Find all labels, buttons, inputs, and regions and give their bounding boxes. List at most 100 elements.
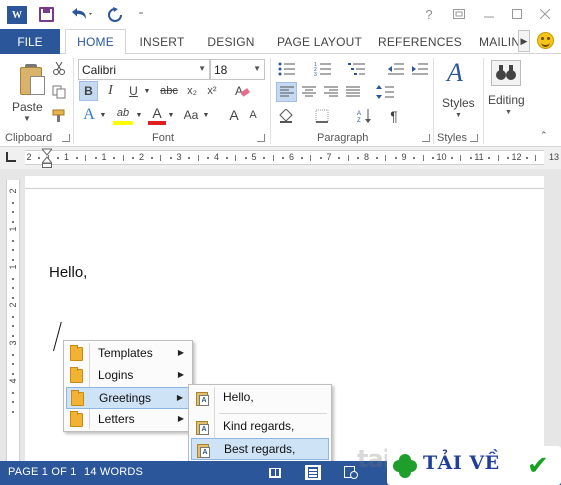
tab-file[interactable]: FILE bbox=[0, 29, 60, 54]
clear-formatting-icon[interactable]: A bbox=[232, 81, 252, 101]
italic-button[interactable]: I bbox=[101, 81, 120, 101]
font-name-combo[interactable]: Calibri ▼ bbox=[78, 59, 210, 80]
vertical-ruler[interactable]: 2 1 1 2 3 4 bbox=[6, 180, 20, 461]
tab-design[interactable]: DESIGN bbox=[202, 29, 260, 54]
redo-icon[interactable] bbox=[105, 5, 125, 25]
word-count[interactable]: 14 WORDS bbox=[84, 466, 143, 478]
subscript-button[interactable]: x₂ bbox=[183, 81, 201, 101]
clipboard-launcher-icon[interactable] bbox=[62, 134, 70, 142]
help-icon[interactable]: ? bbox=[418, 5, 440, 23]
ruler-mark bbox=[57, 157, 60, 159]
shading-icon[interactable] bbox=[276, 106, 304, 126]
shrink-font-button[interactable]: A bbox=[244, 105, 262, 125]
show-formatting-button[interactable]: ¶ bbox=[384, 106, 404, 126]
tab-selector-icon[interactable] bbox=[6, 152, 16, 162]
multilevel-list-icon[interactable] bbox=[346, 59, 368, 79]
customize-qat-icon[interactable]: ⁼ bbox=[135, 5, 147, 25]
chevron-right-icon: ▶ bbox=[177, 414, 184, 423]
paste-button[interactable]: Paste ▼ bbox=[6, 58, 46, 123]
menu-item-greetings[interactable]: Greetings ▶ bbox=[66, 387, 190, 409]
snippet-icon: A bbox=[197, 442, 211, 458]
copy-icon[interactable] bbox=[50, 83, 68, 101]
svg-text:3: 3 bbox=[314, 72, 317, 76]
underline-button[interactable]: U bbox=[124, 81, 143, 101]
feedback-smiley-icon[interactable] bbox=[537, 32, 554, 49]
tab-references[interactable]: REFERENCES bbox=[377, 29, 463, 54]
close-icon[interactable] bbox=[534, 5, 556, 23]
editing-button[interactable]: Editing ▼ bbox=[486, 56, 530, 122]
font-launcher-icon[interactable] bbox=[257, 134, 265, 142]
align-center-icon[interactable] bbox=[298, 82, 319, 102]
svg-text:Z: Z bbox=[357, 118, 361, 123]
tab-home[interactable]: HOME bbox=[65, 29, 126, 55]
horizontal-ruler[interactable]: 2 1 1 2 3 4 5 6 7 8 9 10 11 12 13 bbox=[25, 150, 559, 165]
ribbon-display-icon[interactable] bbox=[448, 5, 470, 23]
line-spacing-icon[interactable] bbox=[373, 82, 403, 102]
styles-launcher-icon[interactable] bbox=[470, 134, 478, 142]
word-logo-icon[interactable]: W bbox=[7, 6, 27, 24]
bold-button[interactable]: B bbox=[79, 81, 98, 101]
ruler-mark bbox=[160, 155, 162, 161]
tab-scroll-right-icon[interactable]: ▶ bbox=[518, 30, 530, 52]
undo-icon[interactable] bbox=[66, 5, 96, 25]
submenu-item-kind-regards[interactable]: A Kind regards, bbox=[191, 416, 329, 438]
sort-icon[interactable]: AZ bbox=[355, 106, 375, 126]
cut-icon[interactable] bbox=[50, 59, 68, 77]
increase-indent-icon[interactable] bbox=[410, 59, 430, 79]
page-count[interactable]: PAGE 1 OF 1 bbox=[8, 466, 77, 478]
watermark-badge: TẢI VỀ ✔ bbox=[387, 446, 561, 485]
tab-insert[interactable]: INSERT bbox=[132, 29, 192, 54]
align-right-icon[interactable] bbox=[320, 82, 341, 102]
superscript-button[interactable]: x² bbox=[203, 81, 221, 101]
change-case-button[interactable]: Aa bbox=[181, 105, 201, 125]
ruler-number: 1 bbox=[101, 152, 107, 162]
save-icon[interactable] bbox=[39, 7, 54, 22]
tab-page-layout[interactable]: PAGE LAYOUT bbox=[272, 29, 367, 54]
format-painter-icon[interactable] bbox=[50, 107, 68, 125]
binoculars-icon bbox=[491, 60, 521, 86]
grow-font-button[interactable]: A bbox=[225, 105, 243, 125]
paragraph-launcher-icon[interactable] bbox=[422, 134, 430, 142]
strikethrough-button[interactable]: abc bbox=[157, 81, 181, 101]
chevron-down-icon[interactable]: ▼ bbox=[98, 105, 108, 125]
numbering-icon[interactable]: 123 bbox=[312, 59, 334, 79]
font-size-value: 18 bbox=[214, 62, 228, 77]
ruler-mark bbox=[12, 277, 14, 280]
ruler-mark bbox=[12, 201, 14, 204]
submenu-item-best-regards[interactable]: A Best regards, bbox=[191, 438, 329, 460]
ruler-mark bbox=[122, 155, 124, 161]
styles-button[interactable]: A Styles ▼ bbox=[438, 58, 480, 124]
ruler-mark bbox=[235, 155, 237, 161]
chevron-down-icon[interactable]: ▼ bbox=[142, 81, 152, 101]
justify-icon[interactable] bbox=[342, 82, 363, 102]
highlight-button[interactable]: ab bbox=[113, 105, 133, 125]
tab-mailings[interactable]: MAILIN bbox=[479, 29, 519, 54]
ruler-number: 5 bbox=[251, 152, 257, 162]
menu-item-letters[interactable]: Letters ▶ bbox=[66, 409, 190, 431]
menu-item-templates[interactable]: Templates ▶ bbox=[66, 343, 190, 365]
submenu-item-hello[interactable]: A Hello, bbox=[191, 387, 329, 409]
folder-icon bbox=[70, 345, 83, 361]
ruler-mark bbox=[12, 315, 14, 318]
align-left-icon[interactable] bbox=[276, 82, 297, 102]
ruler-number: 1 bbox=[8, 226, 18, 232]
print-layout-icon[interactable] bbox=[305, 465, 321, 480]
font-color-button[interactable]: A bbox=[148, 105, 166, 125]
read-mode-icon[interactable] bbox=[267, 465, 283, 480]
chevron-down-icon[interactable]: ▼ bbox=[201, 105, 211, 125]
decrease-indent-icon[interactable] bbox=[386, 59, 406, 79]
indent-marker-icon[interactable] bbox=[40, 147, 54, 169]
borders-icon[interactable] bbox=[312, 106, 342, 126]
font-size-combo[interactable]: 18 ▼ bbox=[210, 59, 265, 80]
chevron-down-icon[interactable]: ▼ bbox=[166, 105, 176, 125]
paste-label: Paste bbox=[12, 100, 43, 114]
ruler-mark bbox=[507, 157, 510, 159]
bullets-icon[interactable] bbox=[276, 59, 298, 79]
chevron-down-icon[interactable]: ▼ bbox=[134, 105, 144, 125]
maximize-icon[interactable] bbox=[506, 5, 528, 23]
menu-item-logins[interactable]: Logins ▶ bbox=[66, 365, 190, 387]
ruler-mark bbox=[497, 155, 499, 161]
minimize-icon[interactable] bbox=[478, 5, 500, 23]
collapse-ribbon-icon[interactable]: ⌃ bbox=[540, 130, 548, 141]
text-effects-button[interactable]: A bbox=[80, 105, 98, 125]
